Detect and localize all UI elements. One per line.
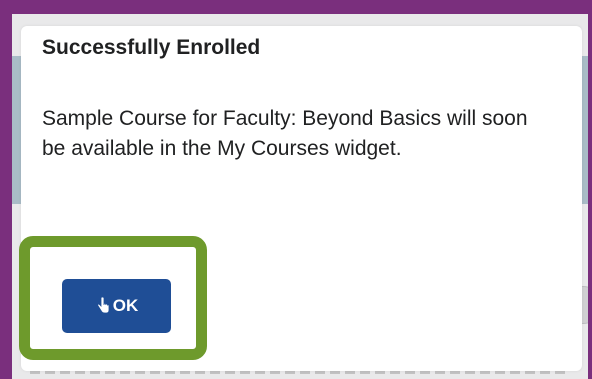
ok-button[interactable]: OK: [62, 279, 171, 333]
window-frame-left: [0, 0, 12, 379]
hand-pointer-icon: [95, 296, 111, 315]
ok-button-label: OK: [112, 296, 139, 315]
window-frame-top: [0, 0, 592, 14]
dialog-title: Successfully Enrolled: [42, 36, 261, 59]
window-frame-right: [588, 0, 592, 379]
dialog-message: Sample Course for Faculty: Beyond Basics…: [42, 107, 528, 160]
